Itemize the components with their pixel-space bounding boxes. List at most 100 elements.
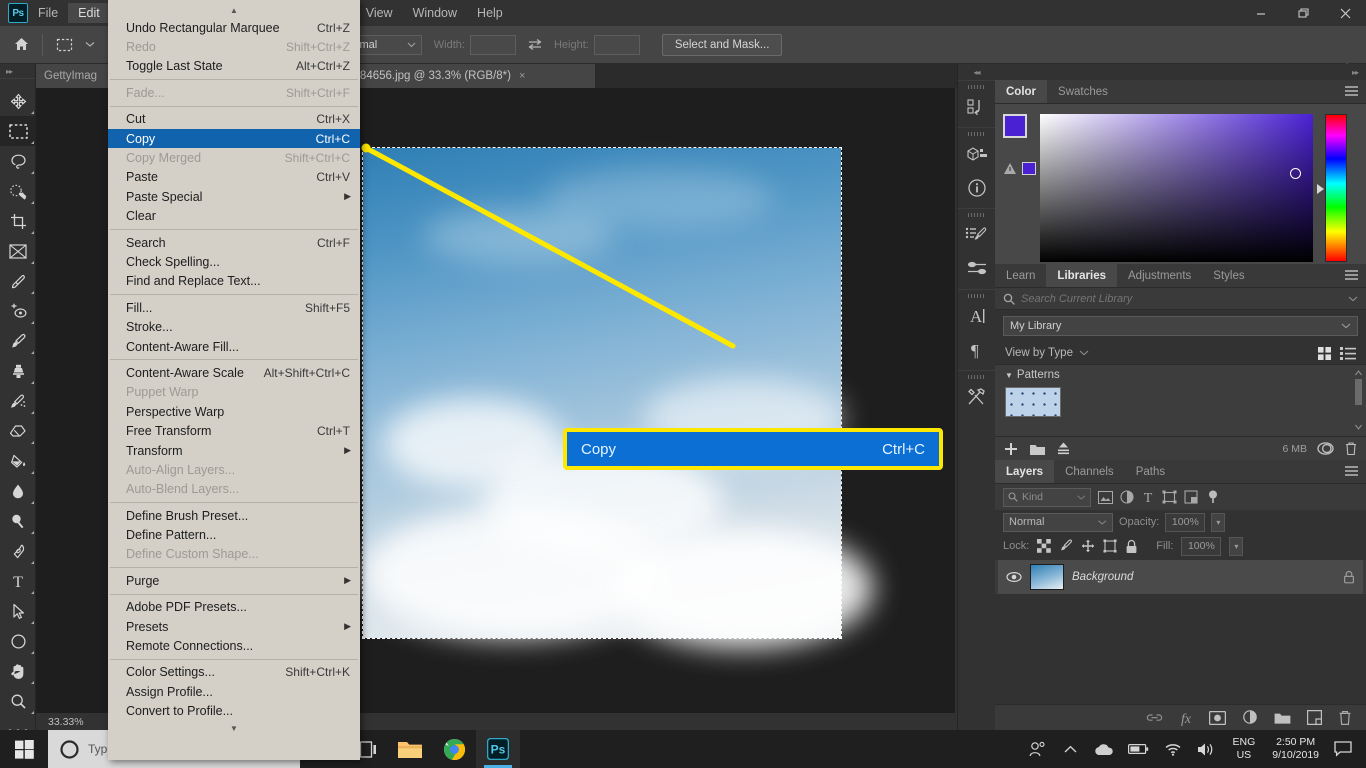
- spot-healing-brush-tool[interactable]: [0, 296, 36, 326]
- fill-value[interactable]: 100%: [1181, 536, 1222, 556]
- clone-stamp-tool[interactable]: [0, 356, 36, 386]
- tab-channels[interactable]: Channels: [1054, 460, 1125, 483]
- blend-mode-select[interactable]: Normal: [1003, 512, 1113, 532]
- zoom-tool[interactable]: [0, 686, 36, 716]
- frame-tool[interactable]: [0, 236, 36, 266]
- menu-item-transform[interactable]: Transform ▶: [108, 441, 360, 460]
- restore-button[interactable]: [1282, 0, 1324, 26]
- photoshop-icon[interactable]: Ps: [476, 730, 520, 768]
- tool-presets-icon[interactable]: [958, 380, 996, 414]
- menu-item-define-pattern[interactable]: Define Pattern...: [108, 525, 360, 544]
- add-element-icon[interactable]: [1003, 441, 1019, 457]
- crop-tool[interactable]: [0, 206, 36, 236]
- menu-item-clear[interactable]: Clear: [108, 207, 360, 226]
- layer-style-icon[interactable]: fx: [1179, 710, 1193, 726]
- menu-scroll-up-icon[interactable]: ▲: [108, 2, 360, 18]
- menu-item-assign-profile[interactable]: Assign Profile...: [108, 682, 360, 701]
- tab-swatches[interactable]: Swatches: [1047, 80, 1119, 103]
- menu-item-color-settings[interactable]: Color Settings... Shift+Ctrl+K: [108, 663, 360, 682]
- layer-row-background[interactable]: Background: [998, 560, 1363, 594]
- hand-tool[interactable]: [0, 656, 36, 686]
- 3d-properties-icon[interactable]: [958, 137, 996, 171]
- language-indicator[interactable]: ENG US: [1233, 736, 1256, 762]
- tab-paths[interactable]: Paths: [1125, 460, 1176, 483]
- menu-item-check-spelling[interactable]: Check Spelling...: [108, 252, 360, 271]
- lock-transparency-icon[interactable]: [1037, 539, 1052, 553]
- lock-icon[interactable]: [1343, 570, 1355, 584]
- library-scrollbar[interactable]: [1354, 369, 1363, 433]
- opacity-stepper-chevron-down-icon[interactable]: ▾: [1211, 512, 1226, 532]
- info-icon[interactable]: [958, 171, 996, 205]
- menu-item-paste-special[interactable]: Paste Special ▶: [108, 187, 360, 206]
- clock[interactable]: 2:50 PM 9/10/2019: [1272, 736, 1319, 762]
- foreground-color-chip[interactable]: [1003, 114, 1027, 138]
- blur-tool[interactable]: [0, 476, 36, 506]
- lock-image-icon[interactable]: [1059, 539, 1073, 553]
- new-layer-icon[interactable]: [1307, 710, 1322, 725]
- type-tool[interactable]: T: [0, 566, 36, 596]
- menu-item-cut[interactable]: Cut Ctrl+X: [108, 110, 360, 129]
- close-icon[interactable]: ×: [519, 70, 525, 82]
- creative-cloud-icon[interactable]: [1317, 441, 1334, 456]
- link-layers-icon[interactable]: [1146, 712, 1163, 723]
- search-input[interactable]: [1021, 292, 1342, 305]
- new-folder-icon[interactable]: [1029, 442, 1046, 456]
- view-by-type-row[interactable]: View by Type: [995, 342, 1366, 364]
- menu-item-define-brush-preset[interactable]: Define Brush Preset...: [108, 506, 360, 525]
- quick-selection-tool[interactable]: [0, 176, 36, 206]
- windows-start-icon[interactable]: [0, 730, 48, 768]
- tab-adjustments[interactable]: Adjustments: [1117, 264, 1202, 287]
- panel-menu-icon[interactable]: [1345, 466, 1358, 478]
- battery-icon[interactable]: [1126, 730, 1152, 768]
- width-input[interactable]: [469, 34, 516, 55]
- paragraph-icon[interactable]: ¶: [958, 333, 996, 367]
- menu-item-adobe-pdf-presets[interactable]: Adobe PDF Presets...: [108, 598, 360, 617]
- menu-item-remote-connections[interactable]: Remote Connections...: [108, 636, 360, 655]
- history-icon[interactable]: [958, 90, 996, 124]
- wifi-icon[interactable]: [1161, 730, 1185, 768]
- grid-view-icon[interactable]: [1317, 346, 1332, 361]
- list-view-icon[interactable]: [1340, 346, 1356, 360]
- adjustment-filter-icon[interactable]: [1120, 490, 1134, 504]
- home-icon[interactable]: [8, 32, 34, 58]
- toolbar-collapse-icon[interactable]: ▸▸: [0, 64, 35, 78]
- opacity-value[interactable]: 100%: [1165, 512, 1206, 532]
- spectrum-cursor[interactable]: [1290, 168, 1301, 179]
- edit-dropdown-menu[interactable]: ▲ Undo Rectangular Marquee Ctrl+Z Redo Shif…: [108, 0, 360, 760]
- menu-item-stroke[interactable]: Stroke...: [108, 317, 360, 336]
- tab-color[interactable]: Color: [995, 80, 1048, 103]
- file-explorer-icon[interactable]: [388, 730, 432, 768]
- layer-mask-icon[interactable]: [1209, 710, 1226, 725]
- gradient-tool[interactable]: [0, 446, 36, 476]
- tool-preset-chevron-down-icon[interactable]: [77, 32, 103, 58]
- chevron-down-icon[interactable]: [1348, 296, 1358, 302]
- menu-item-fill[interactable]: Fill... Shift+F5: [108, 298, 360, 317]
- lock-position-icon[interactable]: [1081, 539, 1095, 553]
- library-pattern-thumbnail[interactable]: [1005, 387, 1061, 417]
- zoom-level[interactable]: 33.33%: [36, 716, 84, 728]
- menu-view[interactable]: View: [356, 3, 403, 23]
- select-and-mask-button[interactable]: Select and Mask...: [661, 33, 783, 56]
- layer-name[interactable]: Background: [1072, 571, 1335, 583]
- brush-presets-icon[interactable]: [958, 218, 996, 252]
- tab-learn[interactable]: Learn: [995, 264, 1046, 287]
- rectangular-marquee-tool[interactable]: [0, 116, 36, 146]
- hue-slider-thumb[interactable]: [1317, 184, 1324, 194]
- delete-layer-icon[interactable]: [1338, 710, 1352, 726]
- menu-item-purge[interactable]: Purge ▶: [108, 571, 360, 590]
- panel-menu-icon[interactable]: [1345, 270, 1358, 282]
- lasso-tool[interactable]: [0, 146, 36, 176]
- menu-item-copy[interactable]: Copy Ctrl+C: [108, 128, 360, 149]
- menu-item-presets[interactable]: Presets ▶: [108, 617, 360, 636]
- pen-tool[interactable]: [0, 536, 36, 566]
- shape-filter-icon[interactable]: [1162, 490, 1177, 504]
- people-icon[interactable]: [1025, 730, 1051, 768]
- menu-item-find-and-replace-text[interactable]: Find and Replace Text...: [108, 272, 360, 291]
- color-swatches[interactable]: [1003, 114, 1039, 150]
- eyedropper-tool[interactable]: [0, 266, 36, 296]
- volume-icon[interactable]: [1194, 730, 1220, 768]
- menu-window[interactable]: Window: [403, 3, 467, 23]
- trash-icon[interactable]: [1344, 441, 1358, 456]
- eraser-tool[interactable]: [0, 416, 36, 446]
- menu-item-toggle-last-state[interactable]: Toggle Last State Alt+Ctrl+Z: [108, 57, 360, 76]
